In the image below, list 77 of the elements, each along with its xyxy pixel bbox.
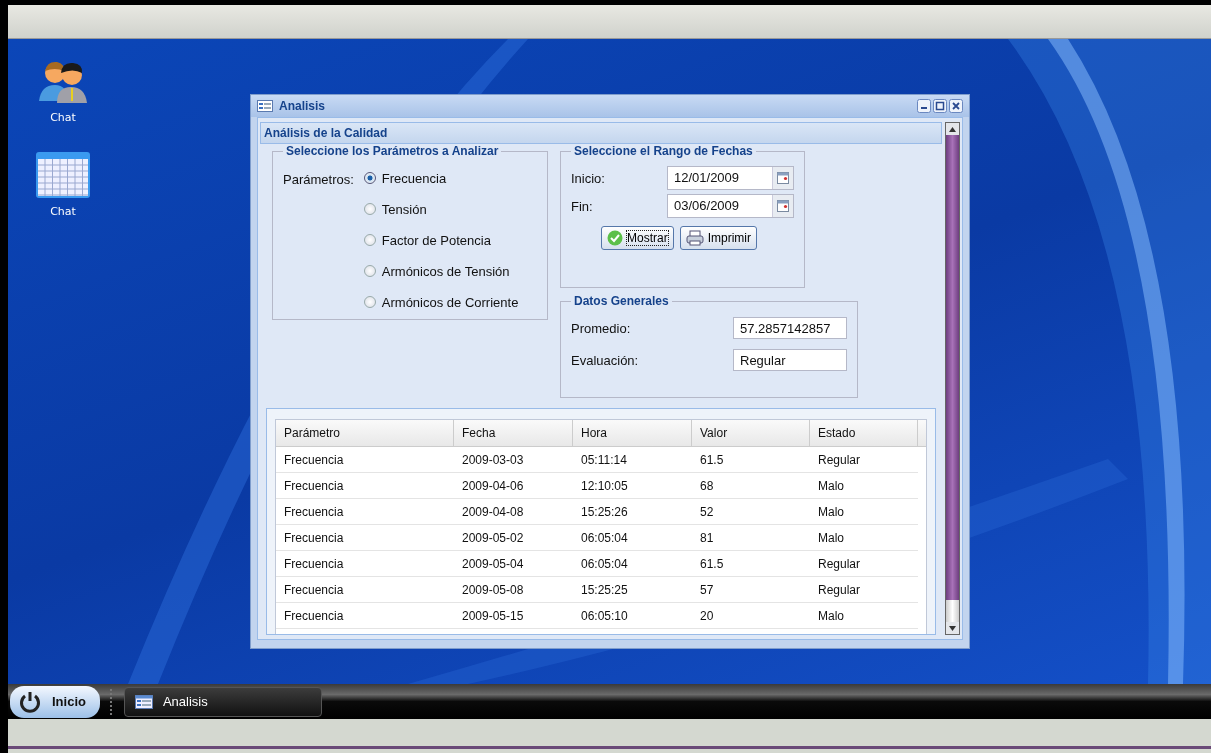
column-header[interactable]: Hora <box>573 420 692 446</box>
table-cell-text: 61.5 <box>699 451 725 469</box>
field-label: Inicio: <box>571 170 606 186</box>
table-cell-text: Malo <box>817 607 845 625</box>
table-cell-text: Frecuencia <box>283 529 345 547</box>
table-cell-text: 81 <box>699 529 715 547</box>
radio-option[interactable]: Frecuencia <box>363 168 519 188</box>
printer-icon <box>685 230 704 246</box>
table-cell-text: Malo <box>817 477 845 495</box>
table-cell-text: 06:05:04 <box>580 555 629 573</box>
down-arrow-icon <box>949 625 956 631</box>
start-button[interactable]: Inicio <box>10 685 100 718</box>
table-cell-text: 68 <box>699 477 715 495</box>
column-header[interactable]: Estado <box>810 420 918 446</box>
group-title: Seleccione los Parámetros a Analizar <box>285 144 500 158</box>
table-cell-text: Malo <box>817 503 845 521</box>
calendar-icon[interactable] <box>35 151 91 199</box>
table-cell-text: 57 <box>699 581 715 599</box>
scrollbar[interactable] <box>945 122 960 635</box>
table-cell-text: Frecuencia <box>283 477 345 495</box>
table-cell-text: 52 <box>699 503 715 521</box>
group-title: Seleccione el Rango de Fechas <box>573 144 754 158</box>
table-cell-text: Frecuencia <box>283 451 345 469</box>
window-title: Analisis <box>279 99 326 113</box>
table-cell-text: 12:10:05 <box>580 477 629 495</box>
field-label: Promedio: <box>571 320 631 336</box>
table-cell-text: Frecuencia <box>283 581 345 599</box>
minimize-icon[interactable] <box>917 99 931 113</box>
value-field[interactable]: 57.2857142857 <box>733 317 847 339</box>
table-cell-text: 2009-03-03 <box>461 451 525 469</box>
table-cell-text: 06:05:10 <box>580 607 629 625</box>
table-cell-text: Frecuencia <box>283 555 345 573</box>
people-icon[interactable] <box>37 59 89 105</box>
table-cell-text: 2009-04-06 <box>461 477 525 495</box>
radio-option[interactable]: Factor de Potencia <box>363 230 519 250</box>
table-cell-text: Regular <box>817 451 862 469</box>
table-cell-text: 2009-04-08 <box>461 503 525 521</box>
close-icon[interactable] <box>949 99 963 113</box>
field-label: Fin: <box>571 198 594 214</box>
table-cell-text: Malo <box>817 529 845 547</box>
table-cell-text: 2009-05-02 <box>461 529 525 547</box>
scroll-thumb[interactable] <box>946 600 959 622</box>
up-arrow-icon <box>949 126 956 132</box>
table-cell-text: 15:25:26 <box>580 503 629 521</box>
table-cell-text: Regular <box>817 581 862 599</box>
table-cell-text: 2009-05-04 <box>461 555 525 573</box>
table-cell-text: 15:25:25 <box>580 581 629 599</box>
column-header[interactable]: Fecha <box>454 420 573 446</box>
table-cell-text: 06:05:04 <box>580 529 629 547</box>
form-icon <box>257 100 273 112</box>
column-header[interactable]: Parámetro <box>276 420 454 446</box>
field-label: Evaluación: <box>571 352 639 368</box>
table-cell-text: Regular <box>817 555 862 573</box>
radio-option[interactable]: Armónicos de Corriente <box>363 292 519 312</box>
icon-label: Chat <box>50 205 76 218</box>
taskbar-item[interactable]: Analisis <box>123 686 322 717</box>
form-icon <box>134 694 153 709</box>
table-cell-text: 2009-05-08 <box>461 581 525 599</box>
table-cell-text: 2009-05-15 <box>461 607 525 625</box>
field-label: Parámetros: <box>283 171 354 189</box>
show-button[interactable]: Mostrar <box>601 226 674 250</box>
column-header[interactable]: Valor <box>692 420 810 446</box>
value-field[interactable]: Regular <box>733 349 847 371</box>
table-cell-text: 61.5 <box>699 555 725 573</box>
check-icon <box>607 230 623 246</box>
radio-option[interactable]: Armónicos de Tensión <box>363 261 519 281</box>
table-cell-text: Frecuencia <box>283 503 345 521</box>
group-title: Datos Generales <box>573 294 670 308</box>
table-cell-text: 20 <box>699 607 715 625</box>
power-icon <box>18 689 42 714</box>
section-header: Análisis de la Calidad <box>260 122 942 144</box>
radio-option[interactable]: Tensión <box>363 199 519 219</box>
print-button[interactable]: Imprimir <box>679 226 757 250</box>
icon-label: Chat <box>50 111 76 124</box>
table-cell-text: 05:11:14 <box>580 451 628 469</box>
maximize-icon[interactable] <box>933 99 947 113</box>
table-cell-text: Frecuencia <box>283 607 345 625</box>
